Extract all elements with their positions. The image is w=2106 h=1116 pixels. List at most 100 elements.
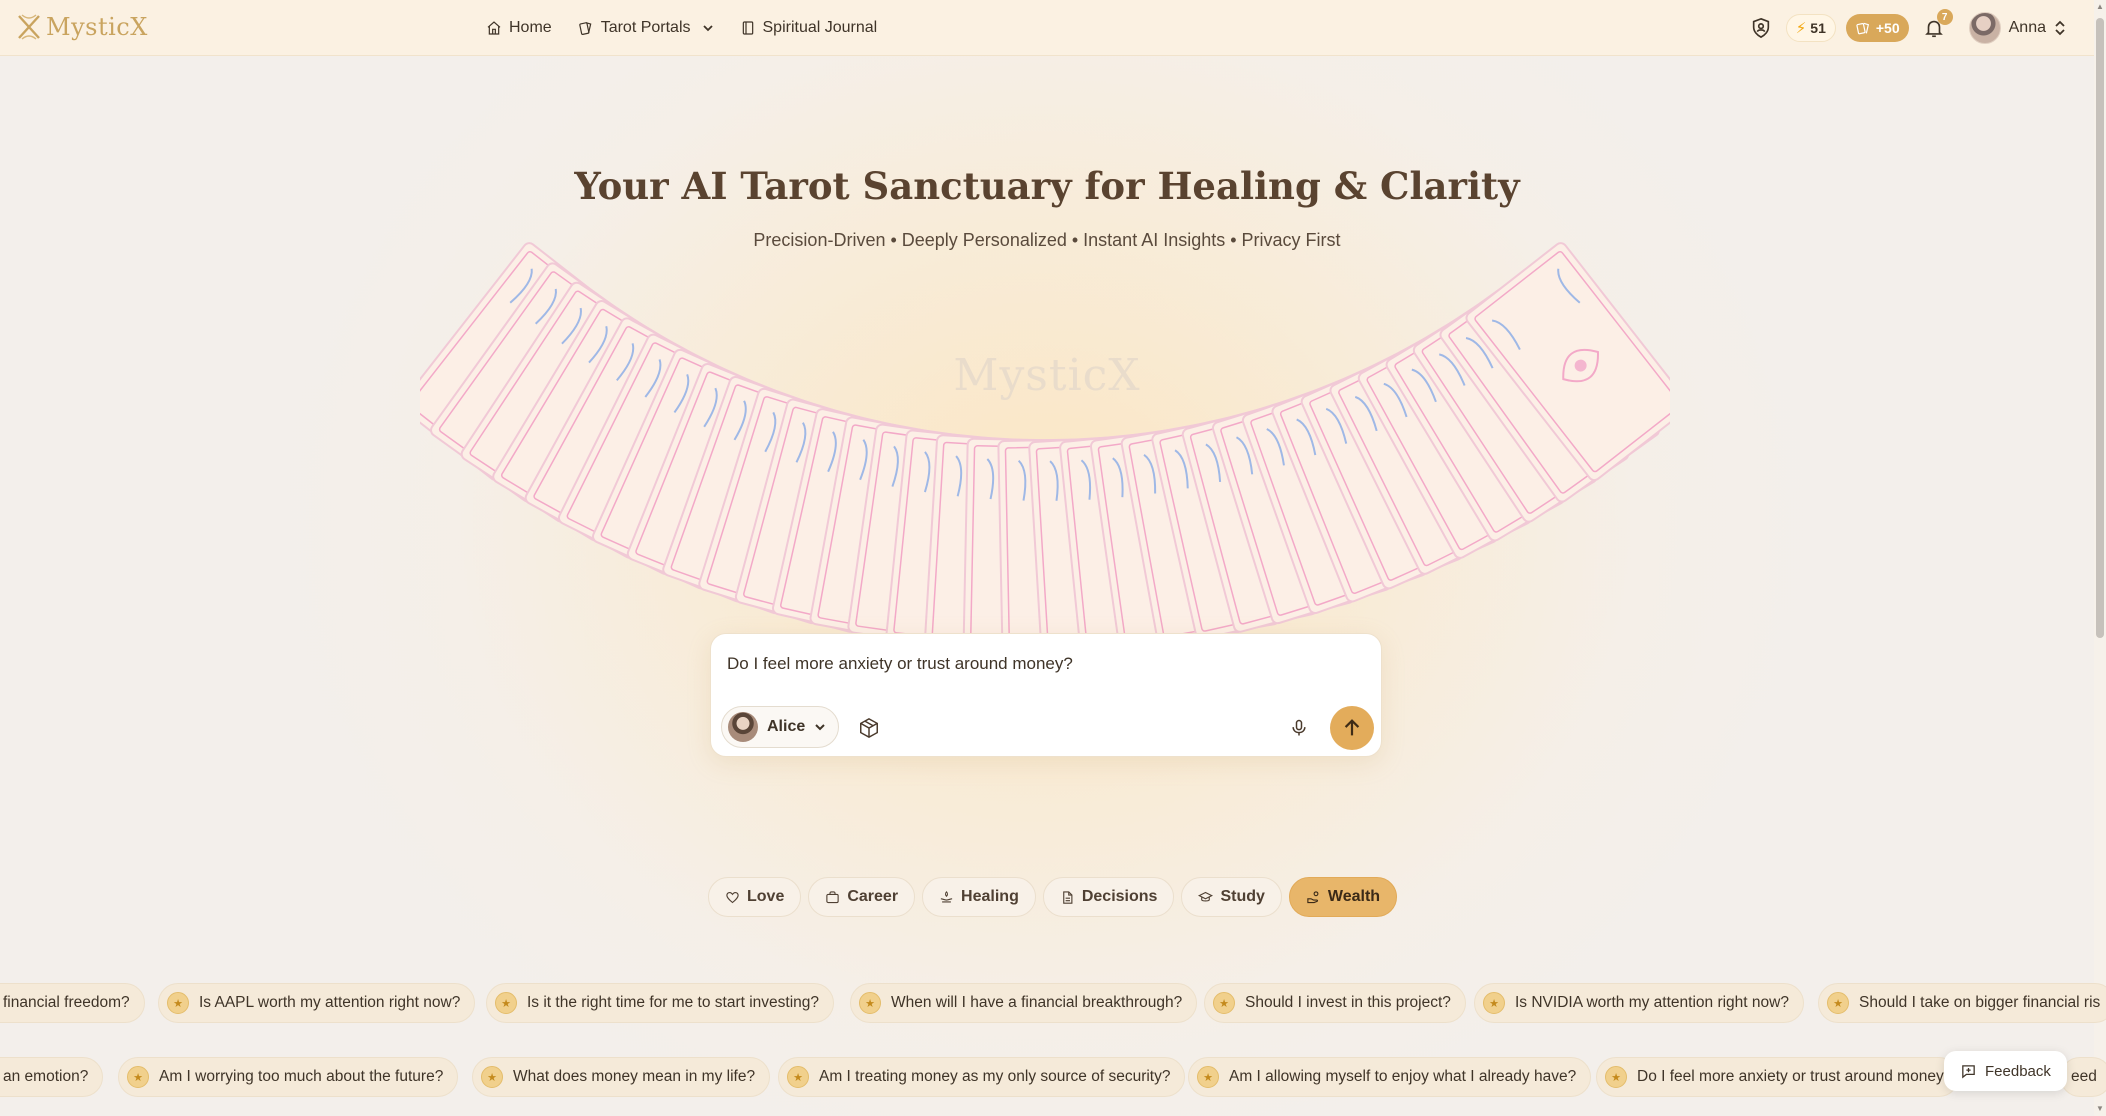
energy-counter[interactable]: ⚡ 51 [1785, 14, 1836, 42]
notification-count-badge: 7 [1936, 9, 1953, 25]
question-chip-label: Is NVIDIA worth my attention right now? [1515, 994, 1789, 1011]
bonus-reward-pill[interactable]: +50 [1845, 14, 1909, 42]
question-chip[interactable]: an emotion? [0, 1057, 104, 1097]
star-icon: ★ [495, 992, 517, 1014]
star-icon: ★ [127, 1066, 149, 1088]
chevron-down-icon [702, 25, 713, 32]
heart-icon [726, 891, 739, 903]
question-chip-label: Am I worrying too much about the future? [159, 1068, 444, 1085]
header-tools: ⚡ 51 +50 7 Anna [1746, 0, 2066, 56]
send-button[interactable] [1330, 706, 1374, 750]
category-tabs: Love Career Healing Decisions Study Weal… [708, 877, 1398, 917]
question-chip[interactable]: ★ Should I take on bigger financial ris [1818, 983, 2106, 1023]
energy-value: 51 [1810, 20, 1826, 36]
question-chip[interactable]: ★ When will I have a financial breakthro… [850, 983, 1198, 1023]
user-menu[interactable]: Anna [1968, 12, 2066, 44]
page-title: Your AI Tarot Sanctuary for Healing & Cl… [574, 164, 1520, 208]
tab-wealth-label: Wealth [1327, 888, 1381, 905]
home-icon [487, 21, 501, 35]
question-chip-label: When will I have a financial breakthroug… [891, 994, 1183, 1011]
question-chip-label: eed [2071, 1068, 2097, 1085]
tarot-card-fan[interactable] [420, 200, 1670, 660]
page-subtitle: Precision-Driven • Deeply Personalized •… [753, 230, 1341, 250]
arrow-up-icon [1344, 719, 1360, 736]
nav-spiritual-journal[interactable]: Spiritual Journal [740, 19, 878, 37]
gift-cards-icon [1856, 22, 1869, 35]
question-chip[interactable]: ★ Do I feel more anxiety or trust around… [1596, 1057, 1959, 1097]
microphone-icon [1292, 719, 1306, 736]
question-chip-label: Should I take on bigger financial ris [1859, 994, 2101, 1011]
question-chip[interactable]: ★ Is NVIDIA worth my attention right now… [1474, 983, 1804, 1023]
top-nav-bar: MysticX Home Tarot Portals Spiritual Jou… [0, 0, 2094, 56]
question-chip[interactable]: ★ What does money mean in my life? [472, 1057, 771, 1097]
tab-love[interactable]: Love [708, 877, 802, 917]
lightning-icon: ⚡ [1795, 20, 1807, 37]
user-avatar [1968, 12, 2001, 44]
tab-career[interactable]: Career [808, 877, 916, 917]
nav-tarot-portals-label: Tarot Portals [600, 19, 691, 36]
reader-selector[interactable]: Alice [721, 706, 840, 748]
question-chip-label: Am I allowing myself to enjoy what I alr… [1229, 1068, 1577, 1085]
feedback-button[interactable]: Feedback [1944, 1051, 2067, 1091]
star-icon: ★ [1197, 1066, 1219, 1088]
question-chip-label: Should I invest in this project? [1245, 994, 1451, 1011]
graduation-cap-icon [1198, 891, 1214, 901]
nav-home[interactable]: Home [486, 19, 552, 37]
question-chip-label: Do I feel more anxiety or trust around m… [1637, 1068, 1944, 1085]
voice-input-button[interactable] [1285, 714, 1313, 742]
main-nav: Home Tarot Portals Spiritual Journal [486, 0, 877, 56]
tab-study-label: Study [1220, 888, 1265, 905]
question-chip[interactable]: ★ Is AAPL worth my attention right now? [158, 983, 476, 1023]
reader-avatar [728, 712, 758, 742]
feedback-label: Feedback [1985, 1062, 2051, 1080]
star-icon: ★ [167, 992, 189, 1014]
question-chip-label: financial freedom? [3, 994, 130, 1011]
question-chip[interactable]: ★ Am I treating money as my only source … [778, 1057, 1186, 1097]
question-chip[interactable]: eed [2060, 1057, 2106, 1097]
star-icon: ★ [787, 1066, 809, 1088]
question-chip[interactable]: ★ Is it the right time for me to start i… [486, 983, 835, 1023]
question-chip[interactable]: ★ Am I allowing myself to enjoy what I a… [1188, 1057, 1592, 1097]
reader-name: Alice [767, 718, 806, 735]
brand-logo[interactable]: MysticX [16, 12, 148, 42]
nav-journal-label: Spiritual Journal [762, 19, 878, 36]
wealth-hand-icon [1307, 890, 1319, 903]
page-scrollbar[interactable]: ▲ ▼ [2094, 0, 2106, 1116]
question-input[interactable] [727, 648, 1357, 680]
tab-healing[interactable]: Healing [922, 877, 1036, 917]
question-chip-label: an emotion? [3, 1068, 89, 1085]
question-chip[interactable]: ★ Should I invest in this project? [1204, 983, 1466, 1023]
scrollbar-thumb[interactable] [2096, 18, 2104, 638]
star-icon: ★ [859, 992, 881, 1014]
question-chip-label: Am I treating money as my only source of… [819, 1068, 1171, 1085]
tarot-card-icon [578, 22, 592, 35]
notifications-button[interactable]: 7 [1919, 9, 1953, 43]
question-chip[interactable]: ★ Am I worrying too much about the futur… [118, 1057, 459, 1097]
shield-user-icon [1752, 17, 1769, 39]
question-chip[interactable]: financial freedom? [0, 983, 145, 1023]
star-icon: ★ [481, 1066, 503, 1088]
brand-name: MysticX [46, 13, 148, 41]
nav-tarot-portals[interactable]: Tarot Portals [578, 19, 714, 37]
question-chip-label: What does money mean in my life? [513, 1068, 756, 1085]
scroll-down-arrow-icon[interactable]: ▼ [2096, 1104, 2104, 1114]
feedback-message-icon [1962, 1064, 1975, 1078]
nav-home-label: Home [509, 19, 552, 36]
scroll-up-arrow-icon[interactable]: ▲ [2096, 2, 2104, 12]
star-icon: ★ [1213, 992, 1235, 1014]
tab-decisions-label: Decisions [1081, 888, 1158, 905]
tab-study[interactable]: Study [1181, 877, 1282, 917]
tab-love-label: Love [747, 888, 785, 905]
star-icon: ★ [1483, 992, 1505, 1014]
healing-hands-icon [940, 890, 953, 902]
tab-wealth[interactable]: Wealth [1288, 877, 1398, 917]
star-icon: ★ [1827, 992, 1849, 1014]
chevron-down-icon [815, 724, 825, 731]
star-icon: ★ [1605, 1066, 1627, 1088]
privacy-shield-button[interactable] [1746, 13, 1776, 43]
spread-selector-button[interactable] [855, 714, 883, 742]
journal-book-icon [742, 21, 753, 35]
tab-healing-label: Healing [961, 888, 1019, 905]
tab-decisions[interactable]: Decisions [1042, 877, 1175, 917]
bonus-value: +50 [1875, 20, 1900, 36]
